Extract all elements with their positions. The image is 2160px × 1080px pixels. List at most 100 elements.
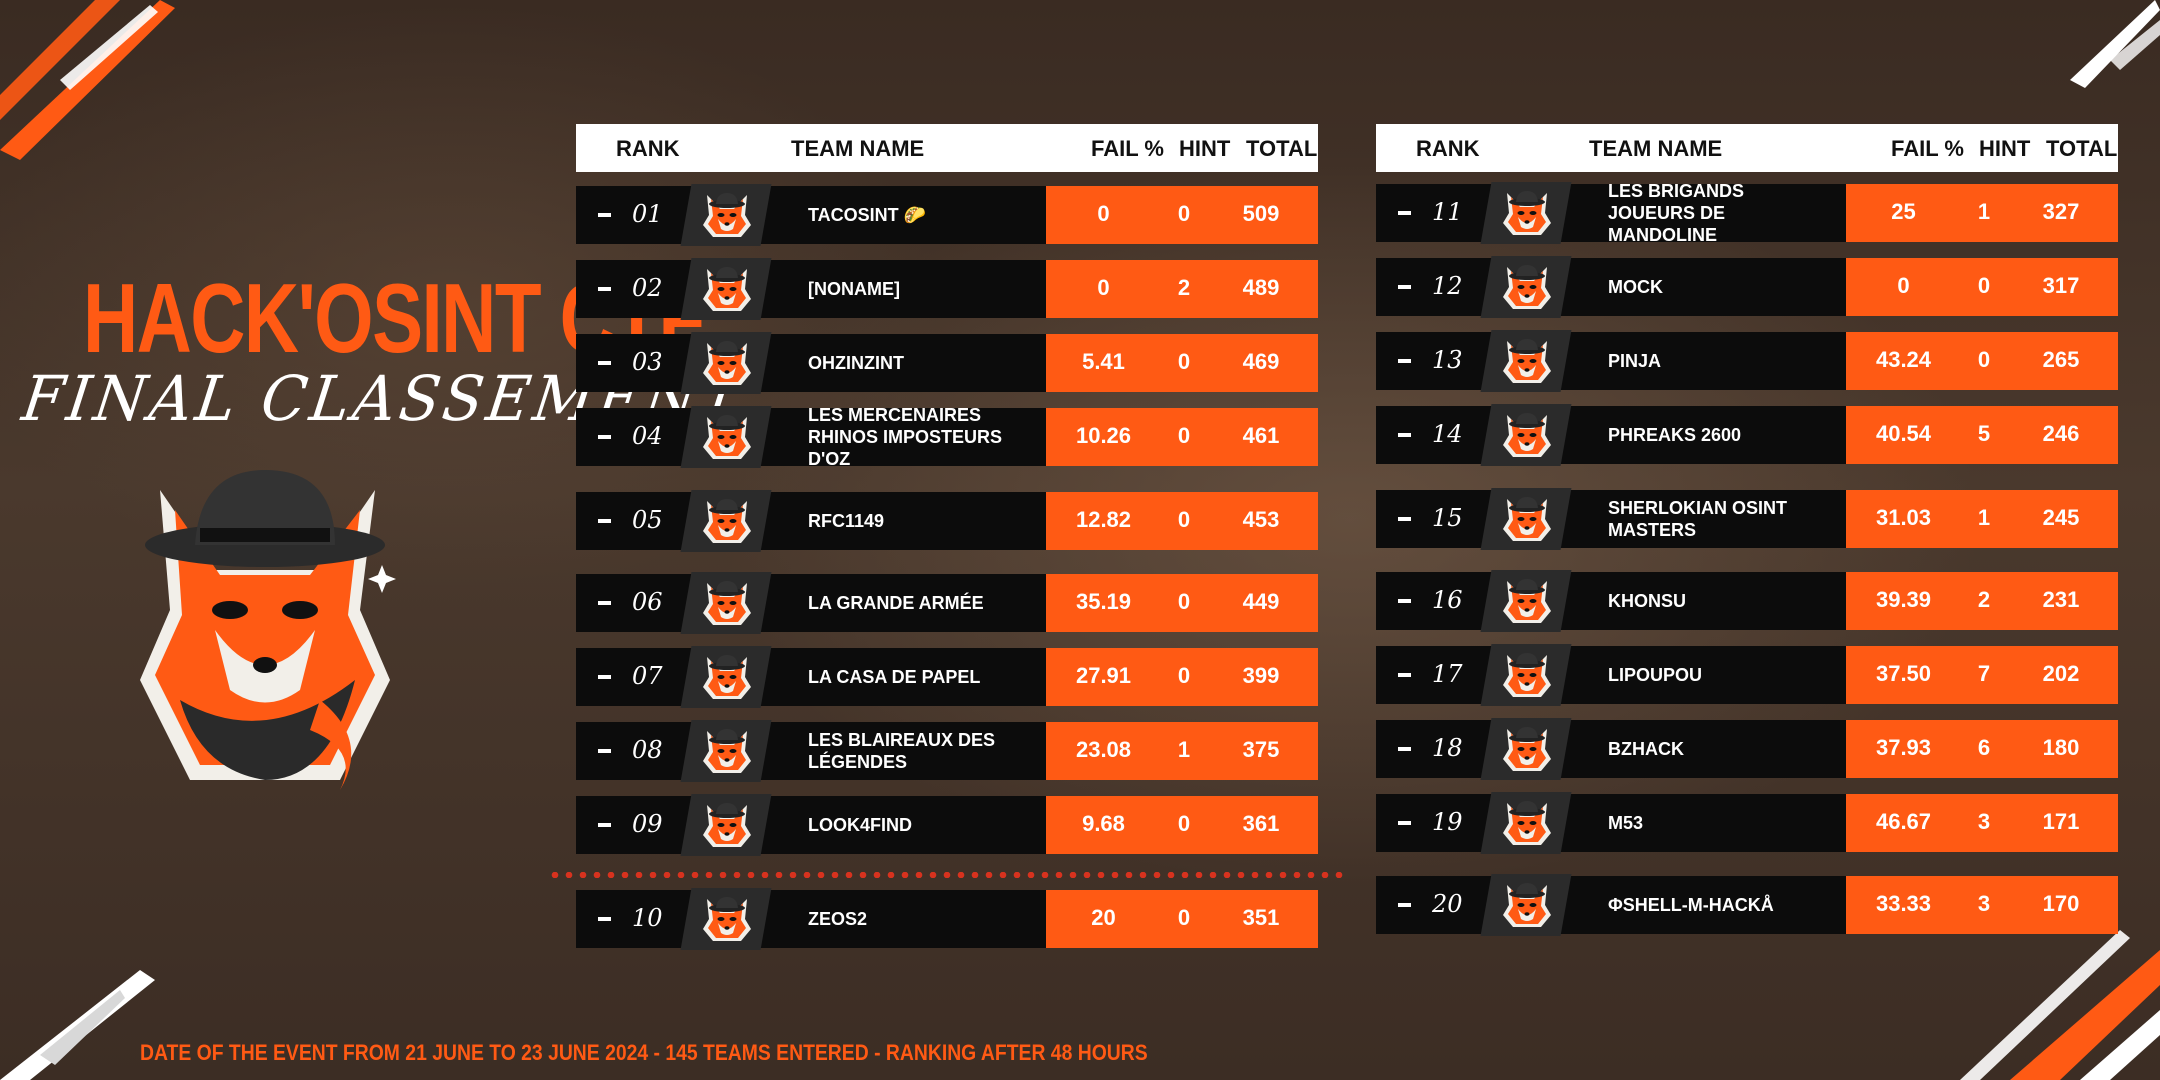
total-score: 375 — [1242, 737, 1280, 762]
rank-dash-icon — [598, 749, 611, 753]
team-avatar — [1501, 261, 1553, 313]
team-avatar — [701, 263, 753, 315]
table-row: 07 LA CASA DE PAPEL 27.91 0 399 — [576, 646, 1318, 708]
team-stats: 33.33 3 170 — [1846, 876, 2118, 934]
hint-count: 3 — [1977, 891, 1991, 916]
header-total: TOTAL — [2046, 136, 2118, 161]
rank-dash-icon — [598, 917, 611, 921]
table-row: 09 LOOK4FIND 9.68 0 361 — [576, 794, 1318, 856]
team-avatar — [701, 725, 753, 777]
total-score: 449 — [1242, 589, 1280, 614]
fail-percent: 37.50 — [1875, 661, 1932, 686]
rank-dash-icon — [1398, 359, 1411, 363]
total-score: 202 — [2042, 661, 2080, 686]
total-score: 231 — [2042, 587, 2080, 612]
rank-number: 17 — [1432, 660, 1463, 688]
rank-dash-icon — [1398, 517, 1411, 521]
team-name: SHERLOKIAN OSINT MASTERS — [1608, 498, 1788, 540]
team-name: BZHACK — [1608, 739, 1684, 759]
header-team-name: TEAM NAME — [791, 136, 925, 161]
team-stats: 37.93 6 180 — [1846, 720, 2118, 778]
rank-dash-icon — [1398, 285, 1411, 289]
fail-percent: 10.26 — [1075, 423, 1132, 448]
hint-count: 1 — [1977, 199, 1991, 224]
team-stats: 43.24 0 265 — [1846, 332, 2118, 390]
rank-number: 03 — [632, 348, 663, 376]
table-row: 18 BZHACK 37.93 6 180 — [1376, 718, 2118, 780]
fail-percent: 0 — [1097, 201, 1110, 226]
table-header: RANK TEAM NAME FAIL % HINT TOTAL — [576, 124, 1318, 172]
total-score: 265 — [2042, 347, 2080, 372]
brush-stroke-top-left — [0, 0, 175, 160]
team-stats: 37.50 7 202 — [1846, 646, 2118, 704]
team-stats: 39.39 2 231 — [1846, 572, 2118, 630]
team-name: OHZINZINT — [808, 353, 904, 373]
team-stats: 5.41 0 469 — [1046, 334, 1318, 392]
team-name: PINJA — [1608, 351, 1662, 371]
total-score: 170 — [2042, 891, 2080, 916]
team-avatar — [701, 651, 753, 703]
hint-count: 2 — [1977, 587, 1991, 612]
fail-percent: 40.54 — [1875, 421, 1932, 446]
rank-number: 04 — [632, 422, 663, 450]
rank-number: 16 — [1432, 586, 1463, 614]
team-name: LES BLAIREAUX DES LÉGENDES — [808, 730, 996, 772]
hint-count: 0 — [1977, 273, 1991, 298]
fail-percent: 23.08 — [1075, 737, 1132, 762]
rank-number: 02 — [632, 274, 663, 302]
rank-number: 01 — [632, 200, 663, 228]
fail-percent: 39.39 — [1875, 587, 1932, 612]
table-row: 10 ZEOS2 20 0 351 — [576, 888, 1318, 950]
team-name: MOCK — [1608, 277, 1663, 297]
rank-number: 14 — [1432, 420, 1463, 448]
hint-count: 0 — [1177, 349, 1191, 374]
fail-percent: 12.82 — [1075, 507, 1132, 532]
total-score: 361 — [1242, 811, 1280, 836]
rank-dash-icon — [1398, 903, 1411, 907]
table-row: 11 LES BRIGANDS JOUEURS DE MANDOLINE 25 1 32… — [1376, 181, 2118, 245]
header-rank: RANK — [1416, 136, 1480, 161]
hint-count: 0 — [1177, 201, 1191, 226]
team-avatar — [701, 495, 753, 547]
table-row: 16 KHONSU 39.39 2 231 — [1376, 570, 2118, 632]
hint-count: 6 — [1977, 735, 1991, 760]
total-score: 245 — [2042, 505, 2080, 530]
table-row: 20 ΦSHELL-M-HACKÅ 33.33 3 170 — [1376, 874, 2118, 936]
fail-percent: 27.91 — [1075, 663, 1132, 688]
event-subtitle: FINAL CLASSEMENT — [18, 362, 749, 435]
hint-count: 1 — [1977, 505, 1991, 530]
fail-percent: 35.19 — [1075, 589, 1132, 614]
fail-percent: 20 — [1091, 905, 1116, 930]
team-stats: 25 1 327 — [1846, 184, 2118, 242]
rank-dash-icon — [1398, 821, 1411, 825]
team-stats: 0 0 509 — [1046, 186, 1318, 244]
team-avatar — [1501, 879, 1553, 931]
header-fail: FAIL % — [1891, 136, 1964, 161]
table-row: 08 LES BLAIREAUX DES LÉGENDES 23.08 1 375 — [576, 720, 1318, 782]
rank-dash-icon — [598, 435, 611, 439]
rank-number: 09 — [632, 810, 663, 838]
team-avatar — [701, 189, 753, 241]
team-name: TACOSINT 🌮 — [808, 205, 927, 225]
team-avatar — [1501, 797, 1553, 849]
total-score: 461 — [1242, 423, 1280, 448]
rank-number: 08 — [632, 736, 663, 764]
team-stats: 40.54 5 246 — [1846, 406, 2118, 464]
rank-dash-icon — [598, 519, 611, 523]
leaderboard-right: RANK TEAM NAME FAIL % HINT TOTAL 11 LES B… — [1376, 124, 2118, 950]
team-name: PHREAKS 2600 — [1608, 425, 1742, 445]
header-fail: FAIL % — [1091, 136, 1164, 161]
team-name: LOOK4FIND — [808, 815, 913, 835]
rank-number: 07 — [632, 662, 663, 690]
fox-mascot-logo — [140, 470, 396, 790]
total-score: 317 — [2042, 273, 2080, 298]
team-avatar — [701, 577, 753, 629]
total-score: 399 — [1242, 663, 1280, 688]
team-name: [NONAME] — [808, 279, 900, 299]
team-stats: 0 0 317 — [1846, 258, 2118, 316]
header-team-name: TEAM NAME — [1589, 136, 1723, 161]
total-score: 171 — [2042, 809, 2080, 834]
team-stats: 31.03 1 245 — [1846, 490, 2118, 548]
table-row: 17 LIPOUPOU 37.50 7 202 — [1376, 644, 2118, 706]
rank-dash-icon — [1398, 599, 1411, 603]
